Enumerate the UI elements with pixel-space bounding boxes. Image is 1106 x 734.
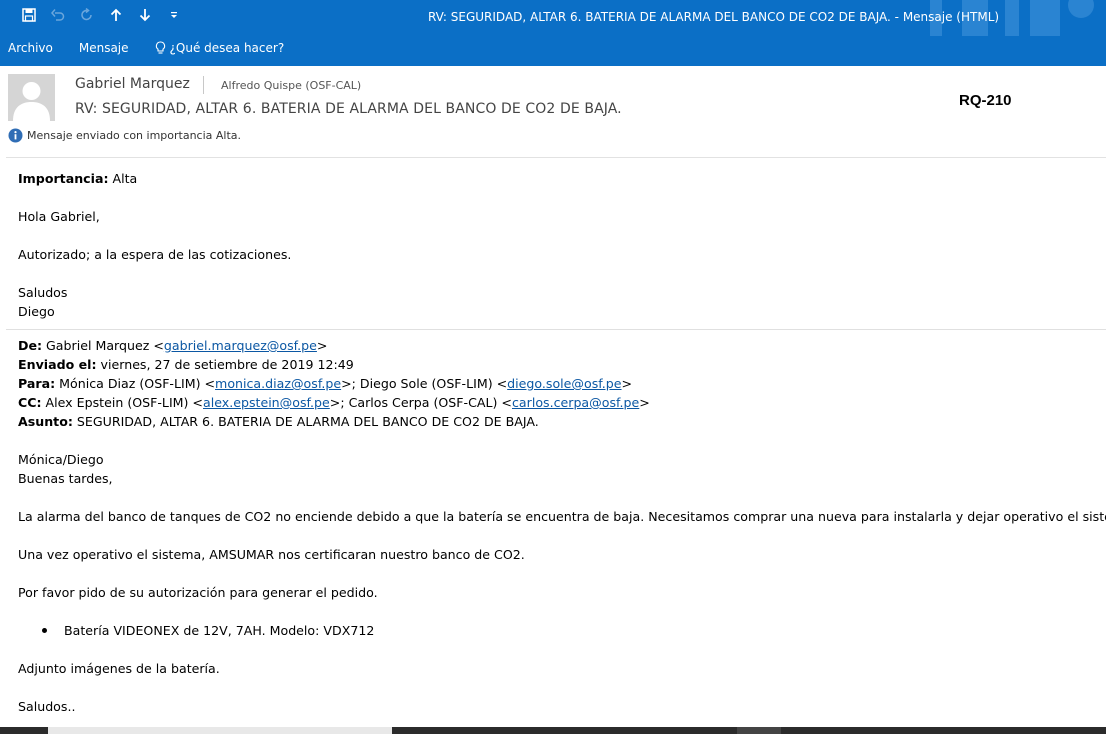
tell-me-label: ¿Qué desea hacer? (169, 41, 285, 55)
reply-closing: Saludos (18, 285, 68, 300)
reply-signature: Diego (18, 304, 55, 319)
quick-access-toolbar (14, 4, 188, 26)
lightbulb-icon (155, 41, 166, 55)
forward-closing: Saludos.. (18, 699, 76, 714)
paragraph: La alarma del banco de tanques de CO2 no… (18, 509, 1106, 524)
person-icon (13, 82, 50, 121)
up-arrow-icon[interactable] (101, 4, 130, 26)
undo-icon[interactable] (43, 4, 72, 26)
redo-icon[interactable] (72, 4, 101, 26)
list-item: Batería VIDEONEX de 12V, 7AH. Modelo: VD… (18, 621, 1098, 640)
to-name: Mónica Diaz (OSF-LIM) < (55, 376, 216, 391)
cc-email-link[interactable]: carlos.cerpa@osf.pe (512, 395, 639, 410)
ribbon-decoration (1068, 0, 1094, 18)
info-icon (8, 128, 23, 143)
menu-archivo[interactable]: Archivo (8, 41, 53, 55)
importance-label: Importancia: (18, 171, 109, 186)
forward-sent: Enviado el: viernes, 27 de setiembre de … (18, 355, 1098, 374)
menu-bar: Archivo Mensaje ¿Qué desea hacer? (0, 38, 302, 58)
forward-subject: Asunto: SEGURIDAD, ALTAR 6. BATERIA DE A… (18, 412, 1098, 431)
ribbon-decoration (1030, 0, 1060, 36)
to-label: Para: (18, 376, 56, 391)
bullet-icon (42, 628, 47, 633)
ribbon: RV: SEGURIDAD, ALTAR 6. BATERIA DE ALARM… (0, 0, 1106, 66)
down-arrow-icon[interactable] (130, 4, 159, 26)
reply-greeting: Hola Gabriel, (18, 209, 100, 224)
message-subject: RV: SEGURIDAD, ALTAR 6. BATERIA DE ALARM… (75, 101, 622, 117)
forward-from: De: Gabriel Marquez <gabriel.marquez@osf… (18, 336, 1098, 355)
salutation-greeting: Buenas tardes, (18, 471, 113, 486)
paragraph: Adjunto imágenes de la batería. (18, 661, 220, 676)
from-label: De: (18, 338, 43, 353)
cc-name: Alex Epstein (OSF-LIM) < (41, 395, 203, 410)
reply-text: Autorizado; a la espera de las cotizacio… (18, 247, 292, 262)
window-title: RV: SEGURIDAD, ALTAR 6. BATERIA DE ALARM… (428, 10, 1000, 24)
subject-label: Asunto: (18, 414, 73, 429)
customize-icon[interactable] (159, 4, 188, 26)
to-end: > (621, 376, 633, 391)
from-name: Gabriel Marquez < (42, 338, 164, 353)
menu-mensaje[interactable]: Mensaje (79, 41, 129, 55)
ribbon-decoration (1005, 0, 1019, 36)
header-separator (203, 76, 204, 94)
forward-cc: CC: Alex Epstein (OSF-LIM) <alex.epstein… (18, 393, 1098, 412)
cc-separator: >; Carlos Cerpa (OSF-CAL) < (329, 395, 512, 410)
importance-infobar: Mensaje enviado con importancia Alta. (8, 128, 241, 143)
importance-line: Importancia: Alta (18, 169, 1098, 188)
message-body: Importancia: Alta Hola Gabriel, Autoriza… (6, 169, 1106, 716)
save-icon[interactable] (14, 4, 43, 26)
from-end: > (316, 338, 328, 353)
sent-value: viernes, 27 de setiembre de 2019 12:49 (96, 357, 354, 372)
sender-name[interactable]: Gabriel Marquez (75, 76, 190, 92)
list-item-text: Batería VIDEONEX de 12V, 7AH. Modelo: VD… (64, 623, 375, 638)
importance-note-text: Mensaje enviado con importancia Alta. (27, 129, 242, 142)
importance-value: Alta (108, 171, 138, 186)
sent-label: Enviado el: (18, 357, 97, 372)
message-header: Gabriel Marquez Alfredo Quispe (OSF-CAL)… (0, 66, 1106, 158)
to-separator: >; Diego Sole (OSF-LIM) < (341, 376, 508, 391)
cc-label: CC: (18, 395, 42, 410)
recipient-name[interactable]: Alfredo Quispe (OSF-CAL) (221, 79, 361, 92)
forward-divider (6, 329, 1106, 330)
header-divider (6, 157, 1106, 158)
paragraph: Por favor pido de su autorización para g… (18, 585, 378, 600)
request-code: RQ-210 (959, 92, 1012, 109)
taskbar-item[interactable] (737, 727, 781, 734)
avatar (8, 74, 55, 121)
to-email-link[interactable]: monica.diaz@osf.pe (215, 376, 341, 391)
taskbar (0, 727, 1106, 734)
cc-end: > (639, 395, 650, 410)
paragraph: Una vez operativo el sistema, AMSUMAR no… (18, 547, 525, 562)
forward-to: Para: Mónica Diaz (OSF-LIM) <monica.diaz… (18, 374, 1098, 393)
taskbar-item[interactable] (48, 727, 392, 734)
subject-value: SEGURIDAD, ALTAR 6. BATERIA DE ALARMA DE… (72, 414, 539, 429)
to-email-link[interactable]: diego.sole@osf.pe (507, 376, 621, 391)
tell-me-search[interactable]: ¿Qué desea hacer? (155, 41, 285, 55)
from-email-link[interactable]: gabriel.marquez@osf.pe (164, 338, 317, 353)
cc-email-link[interactable]: alex.epstein@osf.pe (203, 395, 330, 410)
salutation-names: Mónica/Diego (18, 452, 104, 467)
